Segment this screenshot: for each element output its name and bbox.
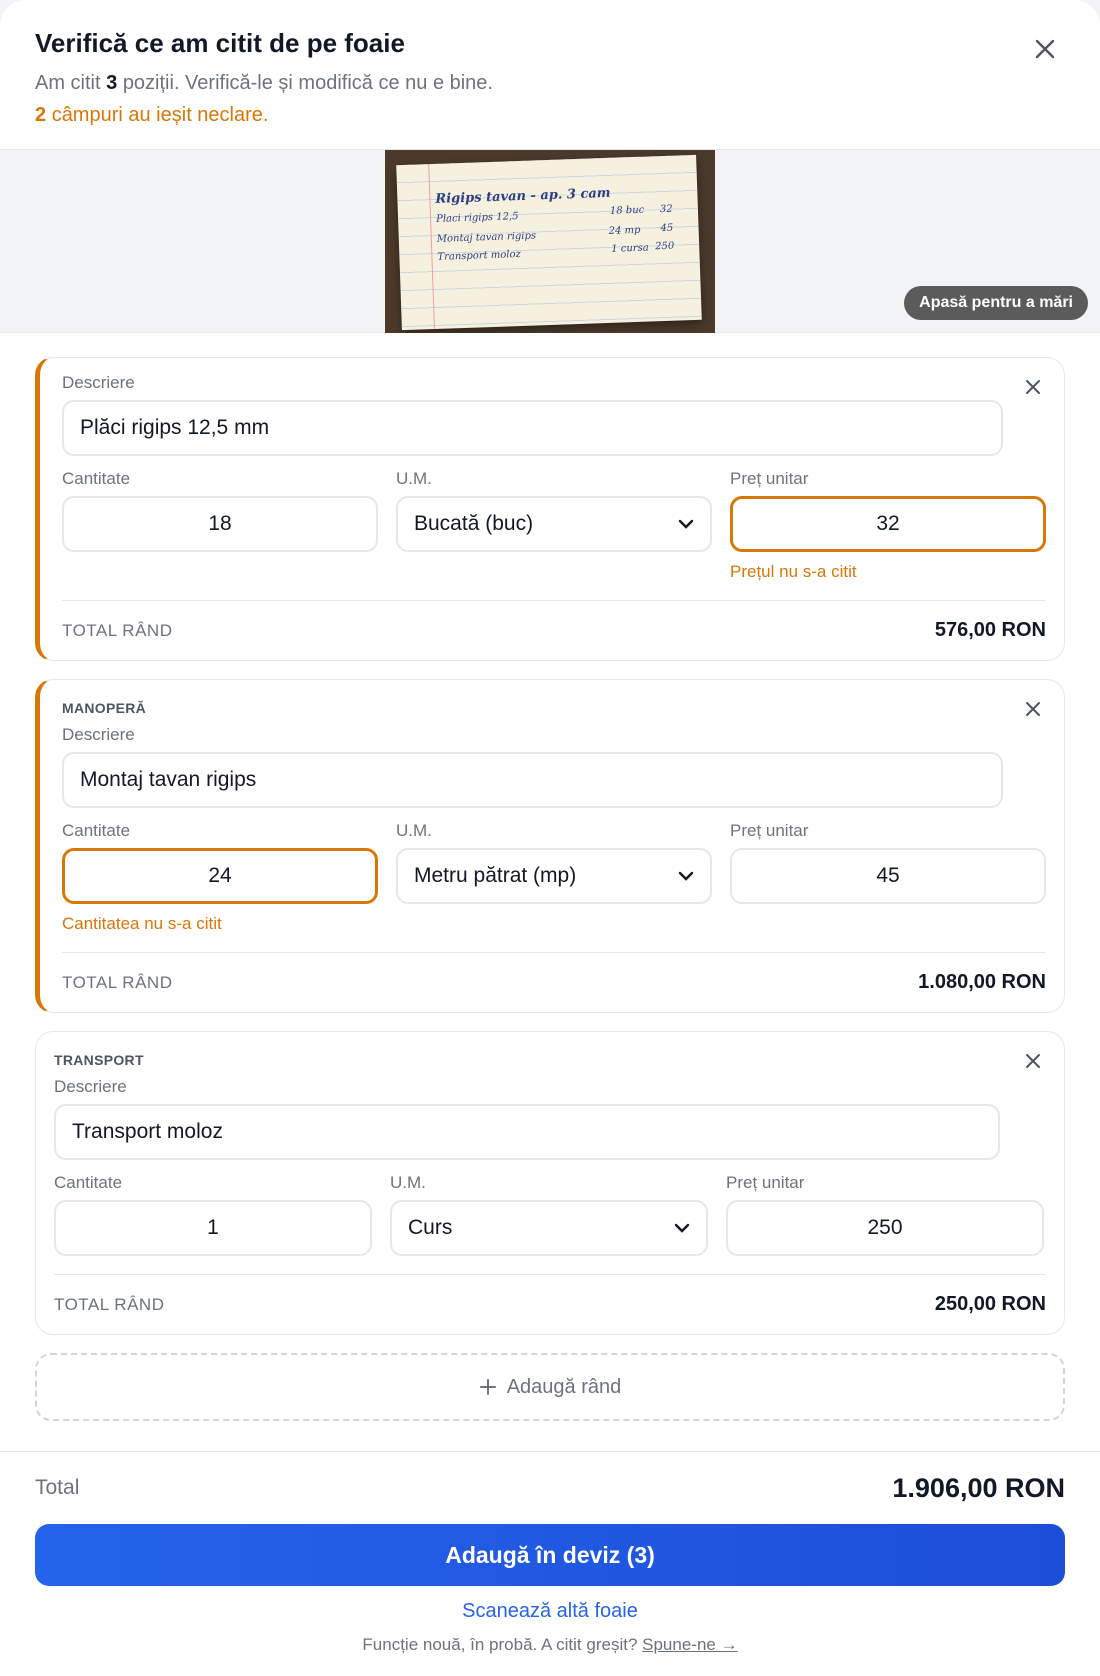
divider (62, 952, 1046, 953)
item-category: MANOPERĂ (62, 700, 147, 716)
feedback-text: Funcție nouă, în probă. A citit greșit? (362, 1635, 638, 1654)
chevron-down-icon (678, 519, 694, 529)
description-input[interactable]: Montaj tavan rigips (62, 752, 1003, 808)
unit-select-value: Metru pătrat (mp) (414, 864, 577, 887)
add-row-label: Adaugă rând (506, 1375, 622, 1398)
warning-count: 2 (35, 104, 47, 126)
unit-label: U.M. (396, 821, 432, 840)
unit-price-label: Preț unitar (726, 1173, 805, 1192)
row-total: TOTAL RÂND 1.080,00 RON (62, 971, 1046, 994)
close-icon (1035, 39, 1055, 59)
description-label: Descriere (62, 373, 135, 392)
line-item-card: MANOPERĂ Descriere Montaj tavan rigips C… (35, 679, 1065, 1013)
scan-review-modal: Verifică ce am citit de pe foaie Am citi… (0, 0, 1100, 1676)
row-total-value: 1.080,00 RON (918, 971, 1046, 993)
line-item-card: TRANSPORT Descriere Transport moloz Cant… (35, 1031, 1065, 1335)
unit-select-value: Bucată (buc) (414, 512, 534, 535)
unit-label: U.M. (396, 469, 432, 488)
row-total-value: 576,00 RON (934, 619, 1046, 641)
chevron-down-icon (674, 1223, 690, 1233)
unit-price-label: Preț unitar (730, 821, 809, 840)
summary-prefix: Am citit (35, 72, 101, 94)
quantity-input[interactable]: 24 (62, 848, 378, 904)
paper-line-price: 32 (659, 203, 673, 216)
quantity-input[interactable]: 1 (54, 1200, 372, 1256)
divider (54, 1274, 1046, 1275)
unit-select[interactable]: Metru pătrat (mp) (396, 848, 712, 904)
paper-line-price: 250 (655, 240, 675, 253)
grand-total: Total 1.906,00 RON (35, 1452, 1065, 1524)
remove-item-button[interactable] (1020, 696, 1046, 722)
description-input[interactable]: Transport moloz (54, 1104, 1000, 1160)
close-icon (1026, 702, 1040, 716)
paper-title: Rigips tavan - ap. 3 cam (435, 185, 611, 207)
remove-item-button[interactable] (1020, 374, 1046, 400)
zoom-photo-button[interactable]: Apasă pentru a mări (904, 286, 1088, 320)
row-total-label: TOTAL RÂND (62, 620, 173, 640)
close-icon (1026, 380, 1040, 394)
plus-icon (479, 1379, 496, 1395)
summary-count: 3 (106, 72, 118, 94)
close-icon (1026, 1054, 1040, 1068)
quantity-input[interactable]: 18 (62, 496, 378, 552)
items-list: Descriere Plăci rigips 12,5 mm Cantitate… (0, 333, 1100, 1421)
paper-line-qty: 1 cursa (611, 242, 649, 255)
grand-total-value: 1.906,00 RON (892, 1472, 1065, 1503)
description-label: Descriere (62, 725, 135, 744)
row-total: TOTAL RÂND 250,00 RON (54, 1293, 1046, 1316)
unit-price-input[interactable]: 250 (726, 1200, 1044, 1256)
paper-line-desc: Transport moloz (437, 248, 521, 263)
unit-price-input[interactable]: 32 (730, 496, 1046, 552)
unit-price-input[interactable]: 45 (730, 848, 1046, 904)
row-total: TOTAL RÂND 576,00 RON (62, 619, 1046, 642)
quantity-label: Cantitate (54, 1173, 123, 1192)
row-total-value: 250,00 RON (934, 1293, 1046, 1315)
scan-another-sheet-link[interactable]: Scanează altă foaie (35, 1600, 1065, 1623)
field-error-message: Cantitatea nu s-a citit (62, 914, 222, 933)
quantity-label: Cantitate (62, 469, 131, 488)
paper-line-qty: 24 mp (608, 224, 641, 237)
row-total-label: TOTAL RÂND (54, 1294, 165, 1314)
paper-sheet: Rigips tavan - ap. 3 cam Placi rigips 12… (396, 154, 702, 331)
page-title: Verifică ce am citit de pe foaie (35, 28, 405, 58)
paper-line-qty: 18 buc (609, 204, 645, 217)
chevron-down-icon (678, 871, 694, 881)
divider (62, 600, 1046, 601)
scan-summary: Am citit 3 poziții. Verifică-le și modif… (35, 70, 1065, 96)
scanned-sheet-photo[interactable]: Rigips tavan - ap. 3 cam Placi rigips 12… (385, 150, 715, 333)
unit-price-label: Preț unitar (730, 469, 809, 488)
quantity-label: Cantitate (62, 821, 131, 840)
item-category: TRANSPORT (54, 1052, 144, 1068)
unit-select[interactable]: Curs (390, 1200, 708, 1256)
unit-label: U.M. (390, 1173, 426, 1192)
add-row-button[interactable]: Adaugă rând (35, 1353, 1065, 1421)
description-label: Descriere (54, 1077, 127, 1096)
scanned-photo-strip: Rigips tavan - ap. 3 cam Placi rigips 12… (0, 150, 1100, 333)
field-error-message: Prețul nu s-a citit (730, 562, 857, 581)
line-item-card: Descriere Plăci rigips 12,5 mm Cantitate… (35, 357, 1065, 661)
unit-select[interactable]: Bucată (buc) (396, 496, 712, 552)
row-total-label: TOTAL RÂND (62, 972, 173, 992)
feedback-note: Funcție nouă, în probă. A citit greșit? … (35, 1635, 1065, 1655)
unit-select-value: Curs (408, 1216, 453, 1239)
paper-line-desc: Montaj tavan rigips (436, 230, 537, 245)
unclear-fields-warning: 2 câmpuri au ieșit neclare. (35, 102, 1065, 128)
description-input[interactable]: Plăci rigips 12,5 mm (62, 400, 1003, 456)
modal-footer: Total 1.906,00 RON Adaugă în deviz (3) S… (0, 1451, 1100, 1676)
close-button[interactable] (1030, 34, 1060, 64)
add-to-quote-button[interactable]: Adaugă în deviz (3) (35, 1524, 1065, 1586)
summary-suffix: poziții. Verifică-le și modifică ce nu e… (122, 72, 493, 94)
paper-line-price: 45 (660, 222, 674, 235)
paper-line-desc: Placi rigips 12,5 (435, 211, 519, 225)
grand-total-label: Total (35, 1476, 80, 1499)
warning-text: câmpuri au ieșit neclare. (51, 104, 269, 126)
feedback-link[interactable]: Spune-ne → (642, 1635, 737, 1654)
remove-item-button[interactable] (1020, 1048, 1046, 1074)
modal-header: Verifică ce am citit de pe foaie Am citi… (0, 0, 1100, 150)
